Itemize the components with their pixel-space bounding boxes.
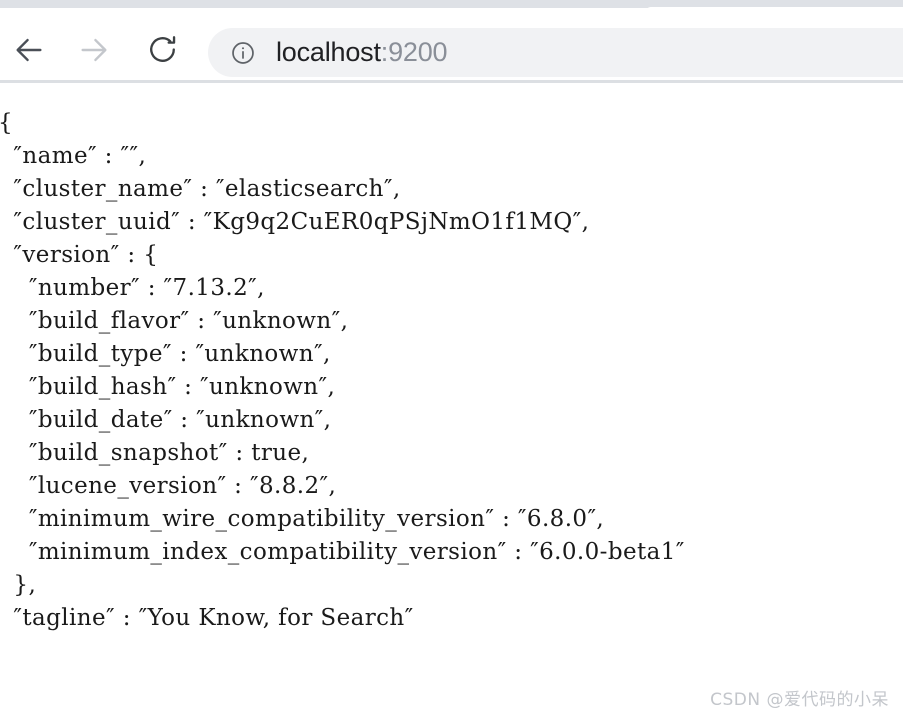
json-response-body: { ″name″ : ″″, ″cluster_name″ : ″elastic… — [0, 107, 685, 635]
json-line: { — [0, 107, 685, 140]
json-line: ″cluster_name″ : ″elasticsearch″, — [0, 176, 401, 202]
url-text[interactable]: localhost:9200 — [276, 37, 448, 68]
json-line: }, — [0, 572, 37, 598]
json-line: ″lucene_version″ : ″8.8.2″, — [0, 473, 337, 499]
json-line: ″build_flavor″ : ″unknown″, — [0, 308, 349, 334]
json-line: ″tagline″ : ″You Know, for Search″ — [0, 605, 414, 631]
browser-chrome: localhost:9200 — [0, 0, 903, 83]
json-line: ″number″ : ″7.13.2″, — [0, 275, 265, 301]
json-line: ″name″ : ″″, — [0, 143, 147, 169]
json-line: ″minimum_index_compatibility_version″ : … — [0, 539, 685, 565]
url-port: :9200 — [380, 37, 448, 67]
url-host: localhost — [276, 37, 381, 67]
reload-button[interactable] — [138, 28, 186, 76]
json-line: ″build_type″ : ″unknown″, — [0, 341, 331, 367]
arrow-right-icon — [77, 33, 111, 72]
info-circle-icon[interactable] — [230, 40, 256, 66]
json-line: ″minimum_wire_compatibility_version″ : ″… — [0, 506, 605, 532]
page-content: { ″name″ : ″″, ″cluster_name″ : ″elastic… — [0, 83, 903, 718]
watermark: CSDN @爱代码的小呆 — [710, 690, 889, 710]
back-button[interactable] — [5, 28, 53, 76]
reload-icon — [146, 33, 179, 71]
json-line: ″cluster_uuid″ : ″Kg9q2CuER0qPSjNmO1f1MQ… — [0, 209, 590, 235]
forward-button[interactable] — [70, 28, 118, 76]
json-line: ″build_snapshot″ : true, — [0, 440, 310, 466]
json-line: ″build_hash″ : ″unknown″, — [0, 374, 336, 400]
arrow-left-icon — [12, 33, 46, 72]
json-line: ″build_date″ : ″unknown″, — [0, 407, 332, 433]
address-bar[interactable]: localhost:9200 — [208, 28, 903, 77]
browser-toolbar: localhost:9200 — [0, 8, 903, 82]
json-line: ″version″ : { — [0, 242, 159, 268]
